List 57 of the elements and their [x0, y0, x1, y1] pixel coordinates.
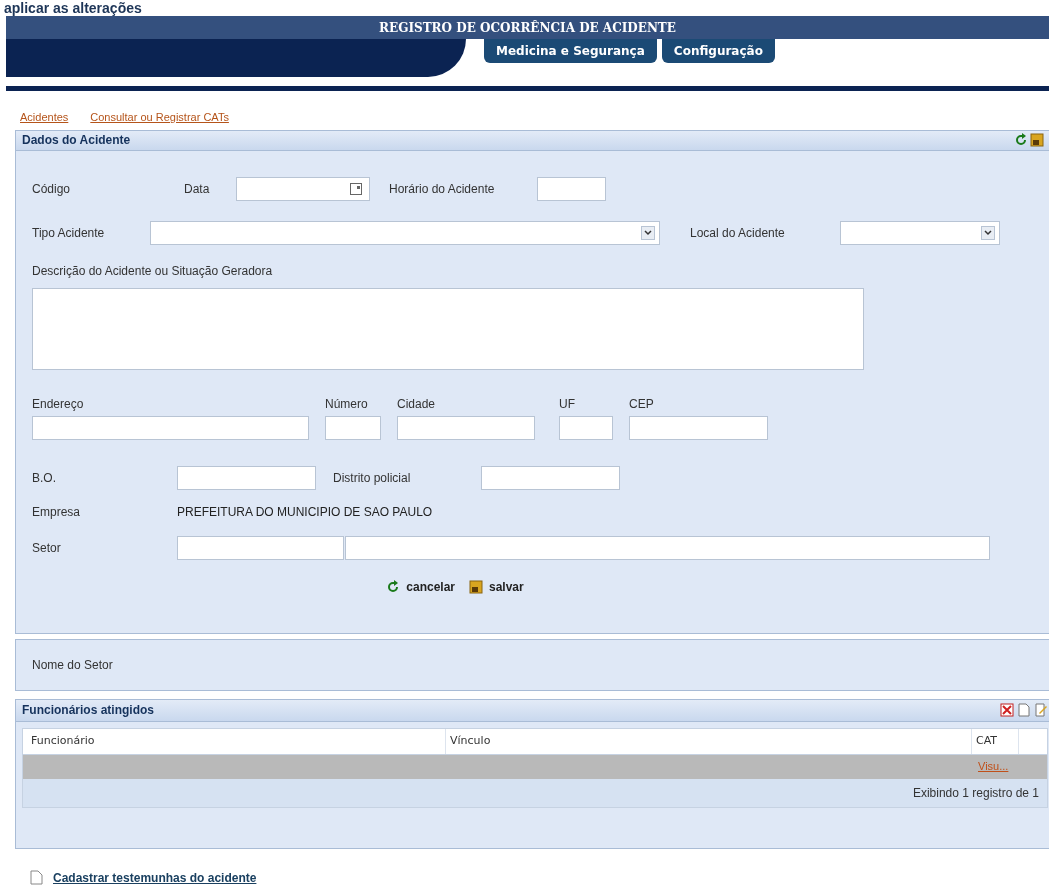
- save-icon[interactable]: [469, 579, 483, 594]
- nav-link[interactable]: Acidentes: [20, 109, 69, 126]
- field-label: Local do Acidente: [690, 224, 786, 242]
- input-field[interactable]: [32, 415, 309, 440]
- refresh-icon[interactable]: [1014, 133, 1028, 147]
- field-label: Setor: [32, 539, 62, 557]
- dropdown[interactable]: [840, 220, 1000, 245]
- input-field[interactable]: [481, 465, 620, 490]
- column-header: Vínculo: [446, 728, 972, 754]
- field-label: Data: [184, 180, 211, 198]
- input-field[interactable]: [325, 415, 381, 440]
- field-label: Endereço: [32, 395, 85, 413]
- field-label: B.O.: [32, 469, 57, 487]
- register-witnesses-link[interactable]: Cadastrar testemunhas do acidente: [53, 868, 257, 887]
- header-title: REGISTRO DE OCORRÊNCIA DE ACIDENTE: [379, 19, 676, 37]
- nav-link[interactable]: Consultar ou Registrar CATs: [90, 109, 229, 126]
- field-label: Código: [32, 180, 72, 198]
- field-label: Distrito policial: [333, 469, 412, 487]
- field-label: UF: [559, 395, 576, 413]
- dropdown[interactable]: [150, 220, 660, 245]
- delete-icon[interactable]: [1000, 703, 1014, 717]
- field-label: Empresa: [32, 503, 82, 521]
- save-icon[interactable]: [1030, 133, 1044, 147]
- sector-label: Nome do Setor: [32, 656, 113, 674]
- cancel-button[interactable]: cancelar: [386, 577, 455, 596]
- date-field[interactable]: [236, 176, 370, 201]
- new-document-icon[interactable]: [1017, 703, 1031, 717]
- chevron-down-icon: [641, 225, 655, 240]
- input-field[interactable]: [345, 535, 990, 560]
- nav-tab[interactable]: Medicina e Segurança: [484, 39, 657, 63]
- document-icon: [30, 870, 43, 885]
- input-field[interactable]: [537, 176, 606, 201]
- input-field[interactable]: [177, 465, 316, 490]
- company-name: PREFEITURA DO MUNICIPIO DE SAO PAULO: [177, 503, 433, 521]
- column-header: CAT: [972, 728, 1019, 754]
- field-label: Descrição do Acidente ou Situação Geradora: [32, 263, 273, 278]
- field-label: Cidade: [397, 395, 437, 413]
- field-label: Tipo Acidente: [32, 224, 106, 242]
- nav-tab[interactable]: Configuração: [661, 39, 775, 63]
- calendar-icon[interactable]: [350, 182, 362, 195]
- input-field[interactable]: [177, 535, 344, 560]
- panel-title: Dados do Acidente: [22, 132, 131, 149]
- save-button[interactable]: salvar: [469, 577, 524, 596]
- edit-icon[interactable]: [1034, 703, 1048, 717]
- column-header: Funcionário: [23, 728, 446, 754]
- field-label: Número: [325, 395, 369, 413]
- field-label: Horário do Acidente: [389, 180, 496, 198]
- input-field[interactable]: [559, 415, 613, 440]
- page-title: aplicar as alterações: [3, 0, 142, 16]
- description-field[interactable]: [32, 287, 864, 370]
- chevron-down-icon: [981, 225, 995, 240]
- field-label: CEP: [629, 395, 655, 413]
- refresh-icon[interactable]: [386, 579, 401, 594]
- pagination-info: Exibindo 1 registro de 1: [912, 784, 1039, 802]
- panel-title: Funcionários atingidos: [22, 702, 154, 719]
- input-field[interactable]: [629, 415, 768, 440]
- input-field[interactable]: [397, 415, 535, 440]
